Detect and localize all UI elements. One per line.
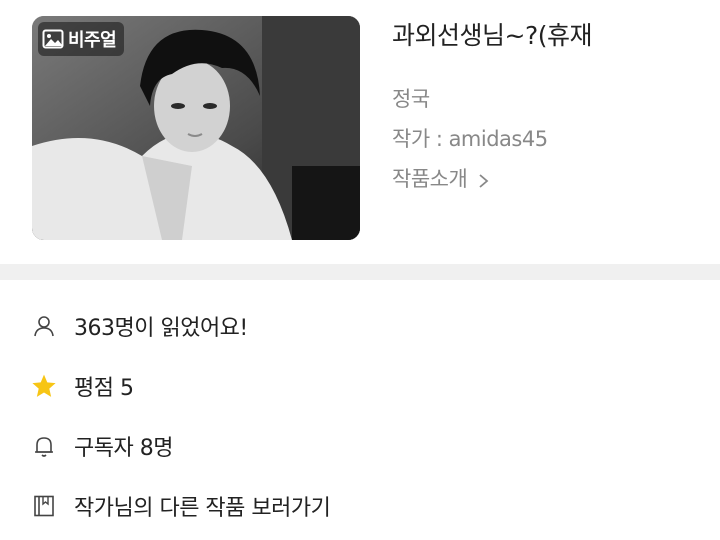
subscribers-text: 구독자 8명 [74,436,173,461]
other-works-link[interactable]: 작가님의 다른 작품 보러가기 [0,476,720,536]
stat-readers: 363명이 읽었어요! [0,296,720,356]
work-intro-link[interactable]: 작품소개 [392,164,720,194]
star-icon [30,372,58,400]
stat-rating: 평점 5 [0,356,720,416]
work-genre: 정국 [392,87,430,111]
cover-image[interactable]: 비주얼 [32,16,360,240]
work-info: 과외선생님~?(휴재 정국 작가 : amidas45 작품소개 [392,18,720,194]
visual-badge: 비주얼 [38,22,125,56]
other-works-text: 작가님의 다른 작품 보러가기 [74,496,331,521]
rating-text: 평점 5 [74,376,134,401]
intro-link-label: 작품소개 [392,167,468,191]
bell-icon [30,432,58,460]
person-icon [30,312,58,340]
image-icon [42,28,64,50]
chevron-right-icon [477,169,491,189]
work-author[interactable]: 작가 : amidas45 [392,124,720,154]
badge-label: 비주얼 [68,30,117,51]
work-header: 비주얼 과외선생님~?(휴재 정국 작가 : amidas45 작품소개 [0,0,720,264]
work-stats-list: 363명이 읽었어요! 평점 5 구독자 8명 작가님의 다른 작품 보러가기 [0,296,720,536]
readers-text: 363명이 읽었어요! [74,316,248,341]
stat-subscribers: 구독자 8명 [0,416,720,476]
book-icon [30,492,58,520]
work-title: 과외선생님~?(휴재 [392,21,592,50]
section-divider [0,264,720,280]
